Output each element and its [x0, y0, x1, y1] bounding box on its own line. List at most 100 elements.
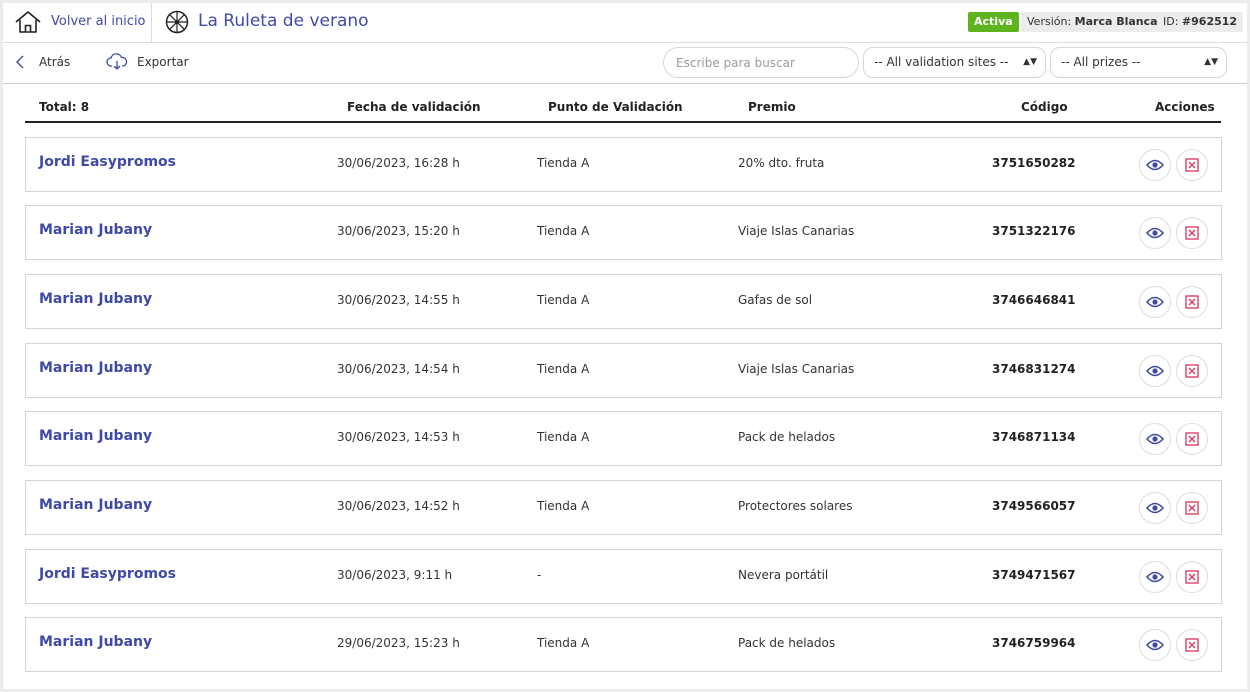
participant-name[interactable]: Marian Jubany	[39, 497, 152, 513]
participant-name[interactable]: Marian Jubany	[39, 222, 152, 238]
close-box-icon	[1185, 501, 1199, 515]
validation-site: Tienda A	[537, 293, 590, 307]
validation-site: Tienda A	[537, 156, 590, 170]
delete-button[interactable]	[1176, 492, 1208, 524]
version-value: Marca Blanca	[1074, 15, 1158, 28]
version-badge: Versión: Marca Blanca	[1021, 12, 1164, 32]
export-button[interactable]: Exportar	[106, 52, 189, 72]
table-row: Jordi Easypromos 30/06/2023, 16:28 h Tie…	[25, 137, 1222, 192]
cloud-download-icon	[106, 53, 128, 70]
id-label: ID:	[1163, 15, 1179, 28]
participant-name[interactable]: Jordi Easypromos	[39, 566, 176, 582]
export-button-label: Exportar	[137, 55, 189, 69]
delete-button[interactable]	[1176, 355, 1208, 387]
table-row: Marian Jubany 30/06/2023, 15:20 h Tienda…	[25, 205, 1222, 260]
code: 3749566057	[992, 499, 1076, 513]
view-button[interactable]	[1139, 149, 1171, 181]
validation-date: 30/06/2023, 14:55 h	[337, 293, 460, 307]
validation-date: 30/06/2023, 14:52 h	[337, 499, 460, 513]
toolbar: Atrás Exportar -- All validation sites -…	[3, 43, 1247, 84]
view-button[interactable]	[1139, 492, 1171, 524]
table-row: Marian Jubany 30/06/2023, 14:55 h Tienda…	[25, 274, 1222, 329]
code: 3746831274	[992, 362, 1076, 376]
select-arrows-icon: ▲▼	[1204, 57, 1218, 67]
close-box-icon	[1185, 570, 1199, 584]
delete-button[interactable]	[1176, 149, 1208, 181]
delete-button[interactable]	[1176, 217, 1208, 249]
back-button-label: Atrás	[39, 55, 71, 69]
prize: 20% dto. fruta	[738, 156, 825, 170]
home-link-label: Volver al inicio	[51, 14, 146, 29]
back-button[interactable]: Atrás	[15, 52, 70, 72]
eye-icon	[1146, 639, 1164, 651]
validation-site: Tienda A	[537, 430, 590, 444]
participant-name[interactable]: Marian Jubany	[39, 634, 152, 650]
table-row: Marian Jubany 30/06/2023, 14:54 h Tienda…	[25, 343, 1222, 398]
close-box-icon	[1185, 226, 1199, 240]
view-button[interactable]	[1139, 217, 1171, 249]
eye-icon	[1146, 159, 1164, 171]
code: 3749471567	[992, 568, 1076, 582]
table-row: Marian Jubany 29/06/2023, 15:23 h Tienda…	[25, 617, 1222, 672]
participant-name[interactable]: Marian Jubany	[39, 291, 152, 307]
delete-button[interactable]	[1176, 423, 1208, 455]
view-button[interactable]	[1139, 286, 1171, 318]
code: 3746759964	[992, 636, 1076, 650]
eye-icon	[1146, 502, 1164, 514]
column-header-date: Fecha de validación	[347, 100, 481, 114]
validation-date: 29/06/2023, 15:23 h	[337, 636, 460, 650]
close-box-icon	[1185, 364, 1199, 378]
view-button[interactable]	[1139, 561, 1171, 593]
table-header: Total: 8 Fecha de validación Punto de Va…	[25, 93, 1221, 123]
close-box-icon	[1185, 638, 1199, 652]
prize: Pack de helados	[738, 430, 836, 444]
top-header: Volver al inicio La Ruleta de verano Act…	[3, 3, 1247, 43]
home-link[interactable]: Volver al inicio	[3, 3, 152, 43]
view-button[interactable]	[1139, 355, 1171, 387]
participant-name[interactable]: Marian Jubany	[39, 360, 152, 376]
chevron-left-icon	[16, 55, 24, 69]
status-badge: Activa	[968, 12, 1019, 32]
delete-button[interactable]	[1176, 629, 1208, 661]
prize: Pack de helados	[738, 636, 836, 650]
participant-name[interactable]: Marian Jubany	[39, 428, 152, 444]
column-header-site: Punto de Validación	[548, 100, 683, 114]
prize: Viaje Islas Canarias	[738, 224, 855, 238]
delete-button[interactable]	[1176, 286, 1208, 318]
column-header-code: Código	[1021, 100, 1068, 114]
prize: Nevera portátil	[738, 568, 829, 582]
select-arrows-icon: ▲▼	[1023, 57, 1037, 67]
table-row: Marian Jubany 30/06/2023, 14:52 h Tienda…	[25, 480, 1222, 535]
prizes-select[interactable]: -- All prizes -- ▲▼	[1050, 47, 1227, 78]
eye-icon	[1146, 571, 1164, 583]
validation-site: Tienda A	[537, 362, 590, 376]
prizes-select-value: -- All prizes --	[1061, 55, 1141, 69]
id-value: #962512	[1181, 15, 1238, 28]
validation-site: -	[537, 568, 542, 582]
table-row: Jordi Easypromos 30/06/2023, 9:11 h - Ne…	[25, 549, 1222, 604]
version-label: Versión:	[1027, 15, 1072, 28]
participant-name[interactable]: Jordi Easypromos	[39, 154, 176, 170]
table-row: Marian Jubany 30/06/2023, 14:53 h Tienda…	[25, 411, 1222, 466]
eye-icon	[1146, 365, 1164, 377]
validation-site: Tienda A	[537, 636, 590, 650]
code: 3751650282	[992, 156, 1076, 170]
roulette-wheel-icon	[165, 10, 189, 34]
prize: Gafas de sol	[738, 293, 813, 307]
validation-sites-select[interactable]: -- All validation sites -- ▲▼	[863, 47, 1046, 78]
view-button[interactable]	[1139, 423, 1171, 455]
code: 3751322176	[992, 224, 1076, 238]
validation-date: 30/06/2023, 15:20 h	[337, 224, 460, 238]
view-button[interactable]	[1139, 629, 1171, 661]
id-badge: ID: #962512	[1157, 12, 1244, 32]
close-box-icon	[1185, 158, 1199, 172]
code: 3746646841	[992, 293, 1076, 307]
validation-sites-select-value: -- All validation sites --	[874, 55, 1009, 69]
code: 3746871134	[992, 430, 1076, 444]
search-input[interactable]	[663, 47, 859, 78]
delete-button[interactable]	[1176, 561, 1208, 593]
column-header-prize: Premio	[748, 100, 796, 114]
prize: Protectores solares	[738, 499, 853, 513]
close-box-icon	[1185, 295, 1199, 309]
app-frame: Volver al inicio La Ruleta de verano Act…	[3, 3, 1247, 689]
